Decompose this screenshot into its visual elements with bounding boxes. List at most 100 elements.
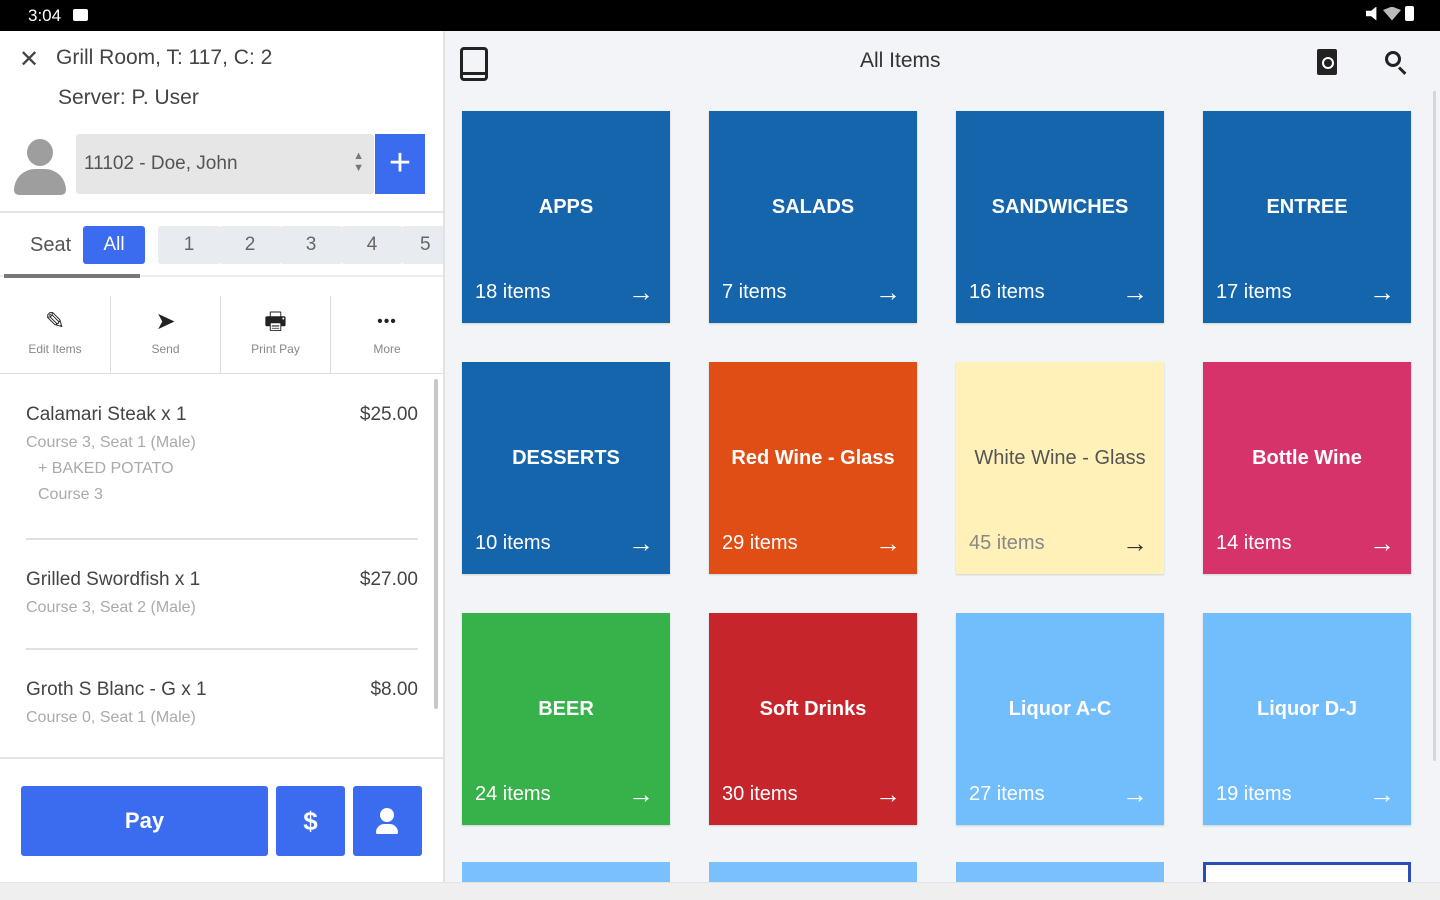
seat-5-button[interactable]: 5	[402, 226, 443, 264]
order-scrollbar[interactable]	[434, 379, 438, 709]
category-tile[interactable]: Bottle Wine 14 items →	[1203, 362, 1411, 574]
arrow-right-icon: →	[1122, 528, 1148, 558]
category-name: Liquor D-J	[1257, 698, 1357, 720]
customer-select[interactable]: 11102 - Doe, John ▲ ▼	[76, 134, 374, 194]
seat-1-button[interactable]: 1	[158, 226, 220, 264]
more-label: More	[373, 342, 401, 356]
seat-label: Seat	[30, 234, 72, 256]
tablet-icon[interactable]	[460, 47, 488, 81]
order-item-modifier: + BAKED POTATO	[38, 460, 174, 477]
category-count: 19 items	[1216, 783, 1292, 805]
category-count: 10 items	[475, 532, 551, 554]
send-icon: ➤	[155, 308, 176, 335]
arrow-right-icon: →	[1369, 528, 1395, 558]
category-tile[interactable]: Liquor D-J 19 items →	[1203, 613, 1411, 825]
mute-icon	[1366, 6, 1377, 21]
category-tile[interactable]: DESSERTS 10 items →	[462, 362, 670, 574]
send-button[interactable]: ➤ Send	[110, 296, 220, 374]
chevron-updown-icon: ▲ ▼	[353, 150, 364, 174]
arrow-right-icon: →	[1122, 277, 1148, 307]
category-tile[interactable]: Red Wine - Glass 29 items →	[709, 362, 917, 574]
server-info: Server: P. User	[58, 86, 199, 109]
category-name: BEER	[538, 698, 594, 720]
edit-items-button[interactable]: ✎ Edit Items	[0, 296, 110, 374]
avatar	[14, 139, 66, 195]
customer-value: 11102 - Doe, John	[84, 153, 238, 174]
category-count: 45 items	[969, 532, 1045, 554]
category-tile-partial[interactable]	[462, 862, 670, 882]
status-time: 3:04	[28, 6, 62, 25]
seat-4-button[interactable]: 4	[341, 226, 403, 264]
wifi-icon	[1383, 6, 1401, 21]
category-tile-partial[interactable]	[709, 862, 917, 882]
seat-tab-indicator	[4, 274, 140, 278]
order-item[interactable]: Calamari Steak x 1 $25.00 Course 3, Seat…	[26, 404, 418, 504]
status-icons	[1366, 6, 1414, 21]
customer-button[interactable]	[353, 786, 422, 856]
pencil-icon: ✎	[44, 308, 66, 335]
category-name: White Wine - Glass	[974, 447, 1146, 469]
cash-button[interactable]: $	[276, 786, 345, 856]
category-name: Liquor A-C	[1008, 698, 1112, 720]
category-tile-partial[interactable]	[1203, 862, 1411, 882]
order-item-detail: Course 3, Seat 2 (Male)	[26, 599, 196, 616]
order-item[interactable]: Groth S Blanc - G x 1 $8.00 Course 0, Se…	[26, 679, 418, 727]
battery-icon	[1405, 6, 1414, 21]
order-item-detail: Course 0, Seat 1 (Male)	[26, 709, 196, 726]
order-item[interactable]: Grilled Swordfish x 1 $27.00 Course 3, S…	[26, 569, 418, 617]
order-item-detail: Course 3	[38, 486, 103, 503]
category-count: 16 items	[969, 281, 1045, 303]
category-tile[interactable]: Liquor A-C 27 items →	[956, 613, 1164, 825]
category-count: 29 items	[722, 532, 798, 554]
send-label: Send	[151, 342, 180, 356]
category-name: APPS	[538, 196, 594, 218]
close-icon[interactable]: ✕	[18, 48, 40, 72]
print-pay-label: Print Pay	[251, 342, 300, 356]
arrow-right-icon: →	[628, 528, 654, 558]
category-name: SALADS	[771, 196, 855, 218]
category-tile[interactable]: APPS 18 items →	[462, 111, 670, 323]
category-count: 24 items	[475, 783, 551, 805]
pay-button[interactable]: Pay	[21, 786, 268, 856]
order-item-price: $8.00	[370, 679, 418, 700]
system-nav-bar	[0, 882, 1440, 900]
category-tile[interactable]: BEER 24 items →	[462, 613, 670, 825]
category-tile[interactable]: SANDWICHES 16 items →	[956, 111, 1164, 323]
arrow-right-icon: →	[875, 779, 901, 809]
category-count: 30 items	[722, 783, 798, 805]
order-item-price: $27.00	[359, 569, 418, 590]
order-actions: ✎ Edit Items ➤ Send 🖶 Print Pay ••• More	[0, 296, 443, 374]
arrow-right-icon: →	[1369, 779, 1395, 809]
order-item-detail: Course 3, Seat 1 (Male)	[26, 434, 196, 451]
more-button[interactable]: ••• More	[330, 296, 443, 374]
menu-panel: All Items APPS 18 items → SALADS 7 items → SAN…	[445, 31, 1440, 882]
category-tile[interactable]: Soft Drinks 30 items →	[709, 613, 917, 825]
menu-scrollbar[interactable]	[1433, 91, 1436, 761]
category-name: Soft Drinks	[759, 698, 867, 720]
category-count: 17 items	[1216, 281, 1292, 303]
category-name: ENTREE	[1266, 196, 1348, 218]
category-name: Bottle Wine	[1252, 447, 1362, 469]
add-customer-button[interactable]: +	[375, 134, 425, 194]
seat-all-button[interactable]: All	[83, 226, 145, 264]
category-tile[interactable]: White Wine - Glass 45 items →	[956, 362, 1164, 574]
arrow-right-icon: →	[875, 277, 901, 307]
category-tile[interactable]: SALADS 7 items →	[709, 111, 917, 323]
category-tile[interactable]: ENTREE 17 items →	[1203, 111, 1411, 323]
receipt-search-icon[interactable]	[1317, 49, 1337, 75]
category-count: 27 items	[969, 783, 1045, 805]
arrow-right-icon: →	[1369, 277, 1395, 307]
status-bar: 3:04	[0, 0, 1440, 31]
seat-2-button[interactable]: 2	[219, 226, 281, 264]
print-pay-button[interactable]: 🖶 Print Pay	[220, 296, 330, 374]
arrow-right-icon: →	[875, 528, 901, 558]
order-panel: ✕ Grill Room, T: 117, C: 2 Server: P. Us…	[0, 31, 443, 882]
arrow-right-icon: →	[628, 277, 654, 307]
order-item-name: Groth S Blanc - G x 1	[26, 679, 207, 700]
seat-3-button[interactable]: 3	[280, 226, 342, 264]
search-icon[interactable]	[1385, 51, 1409, 75]
category-count: 14 items	[1216, 532, 1292, 554]
category-count: 7 items	[722, 281, 787, 303]
category-tile-partial[interactable]	[956, 862, 1164, 882]
page-title: All Items	[860, 49, 941, 72]
